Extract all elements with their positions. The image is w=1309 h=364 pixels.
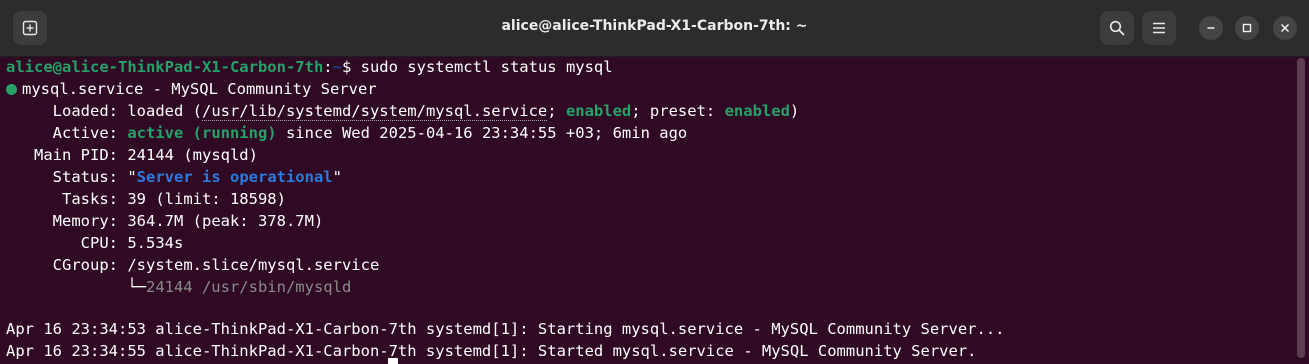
- close-button[interactable]: [1273, 16, 1297, 40]
- loaded-line: Loaded: loaded (/usr/lib/systemd/system/…: [6, 100, 799, 122]
- log-line: Apr 16 23:34:55 alice-ThinkPad-X1-Carbon…: [6, 342, 977, 360]
- cpu-value: 5.534s: [127, 234, 184, 252]
- terminal-window: alice@alice-ThinkPad-X1-Carbon-7th: ~ al…: [0, 0, 1309, 364]
- loaded-sep2: ; preset:: [631, 102, 725, 120]
- memory-label: Memory:: [6, 212, 128, 230]
- cpu-label: CPU:: [6, 234, 128, 252]
- mainpid-value: 24144 (mysqld): [127, 146, 258, 164]
- active-since: since Wed 2025-04-16 23:34:55 +03; 6min …: [276, 124, 688, 142]
- hamburger-menu-icon: [1153, 22, 1165, 34]
- log-line: Apr 16 23:34:53 alice-ThinkPad-X1-Carbon…: [6, 320, 1005, 338]
- prompt-colon: :: [323, 58, 333, 76]
- loaded-enabled: enabled: [565, 102, 632, 120]
- loaded-sep1: ;: [547, 102, 566, 120]
- close-icon: [1280, 23, 1290, 33]
- cpu-line: CPU: 5.534s: [6, 232, 184, 254]
- tasks-value: 39 (limit: 18598): [127, 190, 286, 208]
- scrollbar[interactable]: [1297, 58, 1305, 358]
- loaded-prefix: loaded (: [127, 102, 202, 120]
- search-button[interactable]: [1100, 11, 1134, 45]
- mainpid-label: Main PID:: [6, 146, 128, 164]
- cgroup-process: 24144 /usr/sbin/mysqld: [145, 278, 352, 296]
- tasks-line: Tasks: 39 (limit: 18598): [6, 188, 286, 210]
- memory-line: Memory: 364.7M (peak: 378.7M): [6, 210, 324, 232]
- cgroup-value: /system.slice/mysql.service: [127, 256, 380, 274]
- mainpid-line: Main PID: 24144 (mysqld): [6, 144, 258, 166]
- maximize-button[interactable]: [1235, 16, 1259, 40]
- status-quote-open: ": [127, 168, 137, 186]
- terminal-output[interactable]: alice@alice-ThinkPad-X1-Carbon-7th:~$ su…: [0, 56, 1309, 364]
- status-value: Server is operational: [136, 168, 333, 186]
- status-quote-close: ": [332, 168, 342, 186]
- maximize-icon: [1242, 23, 1252, 33]
- prompt-dollar: $: [341, 58, 361, 76]
- cgroup-process-line: └─24144 /usr/sbin/mysqld: [6, 276, 351, 298]
- service-header-line: mysql.service - MySQL Community Server: [6, 78, 377, 100]
- status-dot-icon: [6, 84, 17, 95]
- minimize-button[interactable]: [1199, 16, 1223, 40]
- loaded-preset: enabled: [724, 102, 790, 120]
- loaded-label: Loaded:: [6, 102, 128, 120]
- command-text: sudo systemctl status mysql: [360, 58, 613, 76]
- menu-button[interactable]: [1142, 11, 1176, 45]
- status-label: Status:: [6, 168, 128, 186]
- minimize-icon: [1207, 27, 1215, 29]
- prompt-user-host: alice@alice-ThinkPad-X1-Carbon-7th: [6, 58, 324, 76]
- tasks-label: Tasks:: [6, 190, 128, 208]
- loaded-unit-path[interactable]: /usr/lib/systemd/system/mysql.service: [201, 102, 548, 121]
- active-state: active (running): [127, 124, 277, 142]
- search-icon: [1109, 20, 1125, 36]
- prompt-path: ~: [332, 58, 342, 76]
- prompt-line: alice@alice-ThinkPad-X1-Carbon-7th:~$ su…: [6, 56, 613, 78]
- loaded-suffix: ): [789, 102, 800, 120]
- status-line: Status: "Server is operational": [6, 166, 342, 188]
- tree-branch: └─: [6, 278, 146, 296]
- cgroup-label: CGroup:: [6, 256, 128, 274]
- active-line: Active: active (running) since Wed 2025-…: [6, 122, 688, 144]
- memory-value: 364.7M (peak: 378.7M): [127, 212, 324, 230]
- title-bar: alice@alice-ThinkPad-X1-Carbon-7th: ~: [0, 0, 1309, 57]
- service-header: mysql.service - MySQL Community Server: [22, 80, 377, 98]
- text-cursor: [388, 358, 398, 364]
- cgroup-line: CGroup: /system.slice/mysql.service: [6, 254, 380, 276]
- active-label: Active:: [6, 124, 128, 142]
